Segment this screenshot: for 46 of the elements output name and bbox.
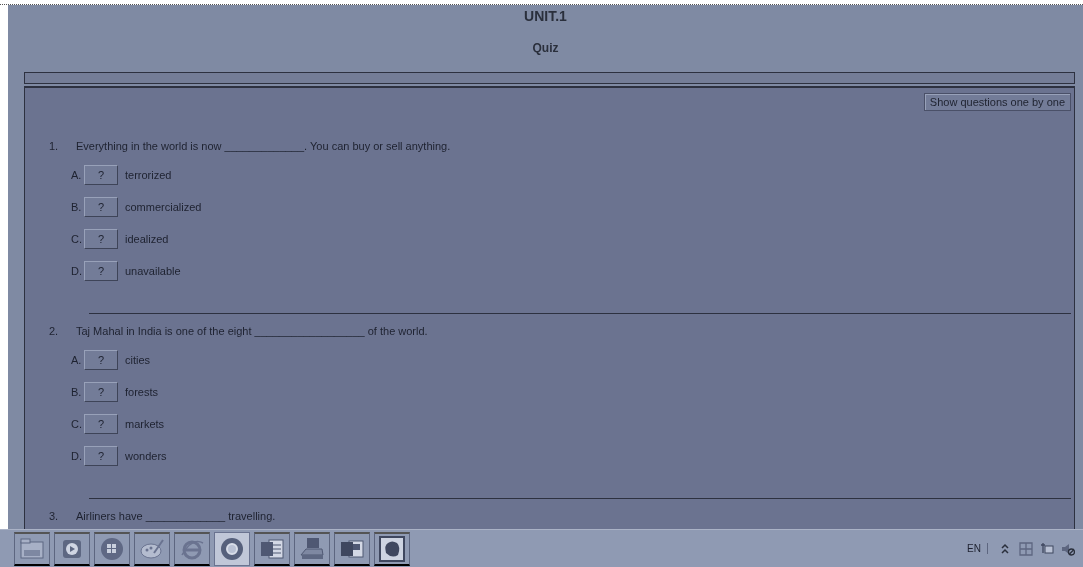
- taskbar-app-button[interactable]: [134, 531, 170, 566]
- taskbar-app-button[interactable]: [254, 531, 290, 566]
- hand-icon: [378, 534, 406, 563]
- option-text: markets: [125, 418, 165, 430]
- question-text: Taj Mahal in India is one of the eight __________________ of the world.: [76, 325, 428, 337]
- option-letter: D.: [71, 450, 83, 462]
- question-text: Everything in the world is now _____________. You can buy or sell anything.: [76, 140, 451, 152]
- question-number: 2.: [49, 325, 60, 337]
- option-text: idealized: [125, 233, 169, 245]
- option-letter: C.: [71, 233, 83, 245]
- taskbar-app-button[interactable]: [94, 531, 130, 566]
- option-text: unavailable: [125, 265, 181, 277]
- option-letter: A.: [71, 169, 83, 181]
- question-number: 3.: [49, 510, 60, 522]
- reveal-button[interactable]: ?: [84, 197, 118, 217]
- option-text: terrorized: [125, 169, 172, 181]
- option-letter: B.: [71, 386, 83, 398]
- option-text: cities: [125, 354, 151, 366]
- show-questions-button[interactable]: Show questions one by one: [923, 93, 1071, 111]
- network-icon[interactable]: [1040, 541, 1054, 556]
- taskbar-app-button[interactable]: [174, 531, 210, 566]
- option-letter: A.: [71, 354, 83, 366]
- taskbar-app-button[interactable]: [14, 531, 50, 566]
- speaker-muted-icon[interactable]: [1061, 541, 1075, 556]
- taskbar-app-button[interactable]: [334, 531, 370, 566]
- question-text: Airliners have _____________ travelling.: [76, 510, 276, 522]
- taskbar-app-button[interactable]: [54, 531, 90, 566]
- option-letter: B.: [71, 201, 83, 213]
- reveal-button[interactable]: ?: [84, 165, 118, 185]
- taskbar-app-button[interactable]: [374, 531, 410, 566]
- reveal-button[interactable]: ?: [84, 414, 118, 434]
- option-letter: C.: [71, 418, 83, 430]
- option-text: forests: [125, 386, 158, 398]
- reveal-button[interactable]: ?: [84, 350, 118, 370]
- reveal-button[interactable]: ?: [84, 261, 118, 281]
- option-letter: D.: [71, 265, 83, 277]
- option-text: commercialized: [125, 201, 202, 213]
- reveal-button[interactable]: ?: [84, 446, 118, 466]
- language-indicator[interactable]: EN: [967, 543, 988, 554]
- taskbar-app-button[interactable]: [294, 531, 330, 566]
- option-text: wonders: [125, 450, 167, 462]
- reveal-button[interactable]: ?: [84, 382, 118, 402]
- question-number: 1.: [49, 140, 60, 152]
- reveal-button[interactable]: ?: [84, 229, 118, 249]
- quiz-subtitle: Quiz: [531, 41, 560, 55]
- unit-title: UNIT.1: [523, 8, 568, 24]
